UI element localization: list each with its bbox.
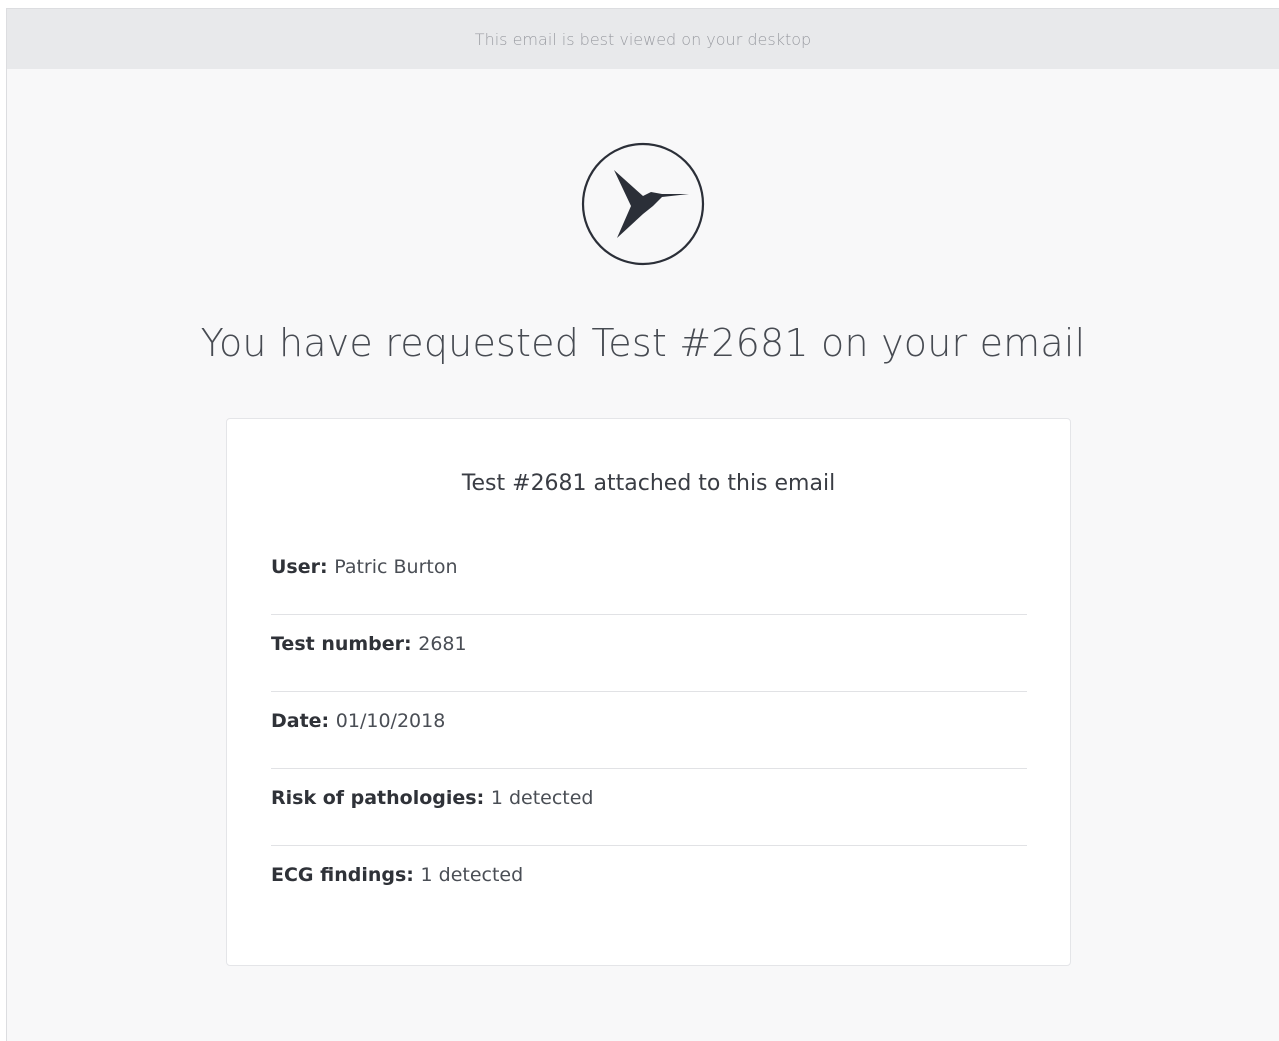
preheader-bar: This email is best viewed on your deskto… xyxy=(7,9,1279,69)
detail-label: User: xyxy=(271,556,335,578)
detail-row-risk: Risk of pathologies: 1 detected xyxy=(271,769,1027,846)
test-summary-card: Test #2681 attached to this email User: … xyxy=(226,418,1071,966)
detail-row-date: Date: 01/10/2018 xyxy=(271,692,1027,769)
detail-label: Test number: xyxy=(271,633,419,655)
detail-label: ECG findings: xyxy=(271,864,421,886)
preheader-text: This email is best viewed on your deskto… xyxy=(474,29,812,49)
card-title: Test #2681 attached to this email xyxy=(461,471,836,496)
detail-row-ecg: ECG findings: 1 detected xyxy=(271,846,1027,923)
detail-value: 01/10/2018 xyxy=(335,710,446,732)
detail-label: Date: xyxy=(271,710,336,732)
detail-value: Patric Burton xyxy=(334,556,458,578)
detail-row-test-number: Test number: 2681 xyxy=(271,615,1027,692)
detail-value: 2681 xyxy=(418,633,467,655)
detail-label: Risk of pathologies: xyxy=(271,787,491,809)
email-body: This email is best viewed on your deskto… xyxy=(6,8,1279,1041)
detail-row-user: User: Patric Burton xyxy=(271,538,1027,615)
page-headline: You have requested Test #2681 on your em… xyxy=(200,321,1086,365)
detail-value: 1 detected xyxy=(420,864,524,886)
detail-value: 1 detected xyxy=(490,787,594,809)
hummingbird-icon xyxy=(581,142,705,266)
details-list: User: Patric Burton Test number: 2681 Da… xyxy=(271,538,1027,923)
logo-container xyxy=(7,142,1279,266)
